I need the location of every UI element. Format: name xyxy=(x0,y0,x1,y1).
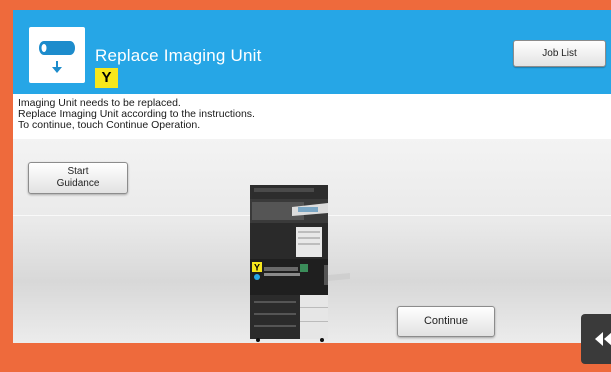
back-button[interactable] xyxy=(581,314,611,364)
job-list-button[interactable]: Job List xyxy=(513,40,606,67)
page-title: Replace Imaging Unit xyxy=(95,46,262,65)
start-guidance-button[interactable]: Start Guidance xyxy=(28,162,128,194)
start-guidance-label-line2: Guidance xyxy=(56,178,100,189)
guidance-area: Start Guidance Y Continue xyxy=(13,139,611,343)
instruction-message: Imaging Unit needs to be replaced. Repla… xyxy=(18,98,598,131)
top-status-strip xyxy=(0,0,611,10)
dialog-panel: Replace Imaging Unit Y Job List Imaging … xyxy=(13,10,611,343)
double-left-arrow-icon xyxy=(593,330,611,353)
continue-button[interactable]: Continue xyxy=(397,306,495,337)
start-guidance-label-line1: Start xyxy=(67,166,89,177)
imaging-unit-replace-icon xyxy=(29,27,85,83)
color-badge-yellow: Y xyxy=(95,68,118,88)
message-line: To continue, touch Continue Operation. xyxy=(18,119,201,131)
machine-badge: Y xyxy=(254,263,260,273)
dialog-header: Replace Imaging Unit Y Job List xyxy=(13,10,611,94)
printer-illustration: Y xyxy=(232,183,352,343)
